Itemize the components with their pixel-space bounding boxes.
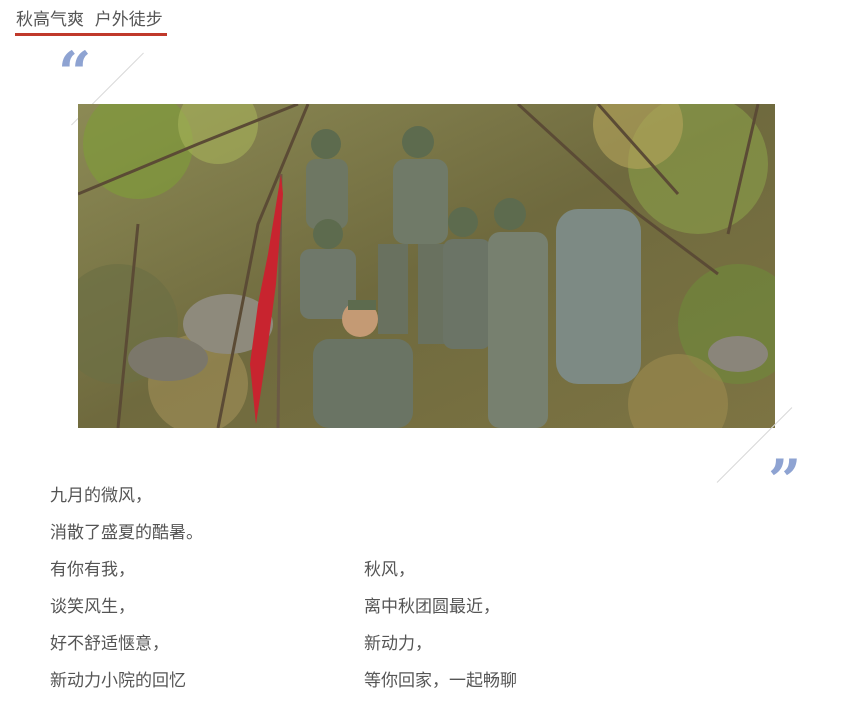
poem-line: 新动力小院的回忆 <box>50 671 186 691</box>
poem-line: 离中秋团圆最近， <box>364 597 500 617</box>
poem-line: 新动力， <box>364 634 432 654</box>
close-quote-icon: ” <box>768 447 802 515</box>
section-heading: 秋高气爽 户外徒步 <box>16 10 163 30</box>
hiking-group-photo <box>78 104 775 428</box>
poem-line: 好不舒适惬意， <box>50 634 169 654</box>
poem-line: 九月的微风， <box>50 486 152 506</box>
poem-intro: 九月的微风， 消散了盛夏的酷暑。 <box>50 478 203 552</box>
poem-right-column: 秋风， 离中秋团圆最近， 新动力， 等你回家，一起畅聊 <box>364 552 517 700</box>
poem-left-column: 有你有我， 谈笑风生， 好不舒适惬意， 新动力小院的回忆 <box>50 552 186 700</box>
heading-underline <box>15 33 167 36</box>
open-quote-icon: “ <box>58 39 92 107</box>
poem-line: 谈笑风生， <box>50 597 135 617</box>
poem-line: 等你回家，一起畅聊 <box>364 671 517 691</box>
poem-line: 消散了盛夏的酷暑。 <box>50 523 203 543</box>
poem-line: 秋风， <box>364 560 415 580</box>
poem-line: 有你有我， <box>50 560 135 580</box>
